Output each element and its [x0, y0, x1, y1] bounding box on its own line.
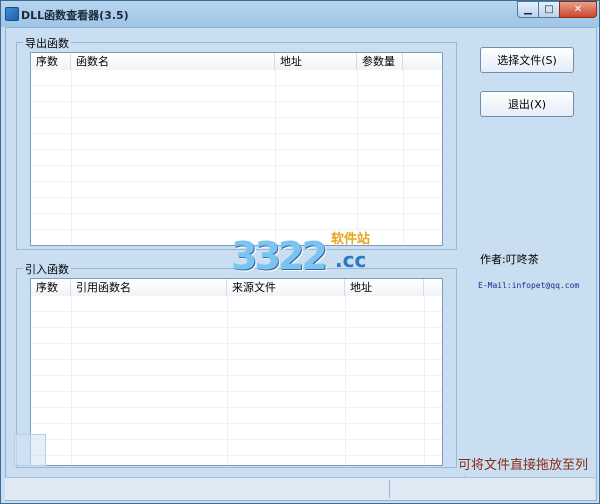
minimize-button[interactable]: ▁ [517, 1, 539, 18]
imports-list-body[interactable] [31, 296, 442, 465]
col-imported-function-name[interactable]: 引用函数名 [71, 279, 227, 296]
imports-group-title: 引入函数 [23, 261, 71, 277]
email-label: E-Mail:infopet@qq.com [478, 281, 580, 290]
exports-group: 导出函数 序数 函数名 地址 参数量 [16, 35, 457, 250]
imports-list-header: 序数 引用函数名 来源文件 地址 [31, 279, 442, 297]
watermark-site-name: 软件站 [331, 232, 371, 247]
col-ordinal[interactable]: 序数 [31, 53, 71, 70]
client-area: 导出函数 序数 函数名 地址 参数量 引入函数 序数 引用函数名 来源文件 地址… [5, 27, 597, 501]
select-file-button[interactable]: 选择文件(S) [480, 47, 574, 73]
status-bar [5, 477, 595, 500]
imports-list[interactable]: 序数 引用函数名 来源文件 地址 [30, 278, 443, 466]
col-address[interactable]: 地址 [275, 53, 357, 70]
drag-drop-area[interactable] [14, 434, 46, 466]
exports-group-title: 导出函数 [23, 35, 71, 51]
author-label: 作者:叮咚茶 [480, 253, 539, 266]
column-divider [403, 70, 404, 245]
column-divider [275, 70, 276, 245]
title-bar[interactable]: DLL函数查看器(3.5) ▁ □ ✕ [1, 1, 599, 27]
column-divider [227, 296, 228, 465]
exports-list-body[interactable] [31, 70, 442, 245]
close-button[interactable]: ✕ [559, 1, 597, 18]
imports-group: 引入函数 序数 引用函数名 来源文件 地址 [16, 261, 457, 468]
exports-list-header: 序数 函数名 地址 参数量 [31, 53, 442, 71]
exit-button[interactable]: 退出(X) [480, 91, 574, 117]
watermark-domain: .cc [335, 248, 367, 272]
col-param-count[interactable]: 参数量 [357, 53, 403, 70]
col-address[interactable]: 地址 [345, 279, 424, 296]
col-function-name[interactable]: 函数名 [71, 53, 275, 70]
column-divider [71, 296, 72, 465]
window-title: DLL函数查看器(3.5) [21, 9, 129, 22]
exports-list[interactable]: 序数 函数名 地址 参数量 [30, 52, 443, 246]
app-icon [5, 7, 19, 21]
watermark-number: 3322 [231, 234, 328, 278]
app-window: DLL函数查看器(3.5) ▁ □ ✕ 导出函数 序数 函数名 地址 参数量 引… [0, 0, 600, 504]
column-divider [345, 296, 346, 465]
site-watermark: 3322 .cc 软件站 [231, 228, 383, 278]
col-ordinal[interactable]: 序数 [31, 279, 71, 296]
column-divider [357, 70, 358, 245]
column-divider [424, 296, 425, 465]
column-divider [71, 70, 72, 245]
status-separator [389, 480, 390, 498]
col-source-file[interactable]: 来源文件 [227, 279, 345, 296]
maximize-button[interactable]: □ [538, 1, 560, 18]
